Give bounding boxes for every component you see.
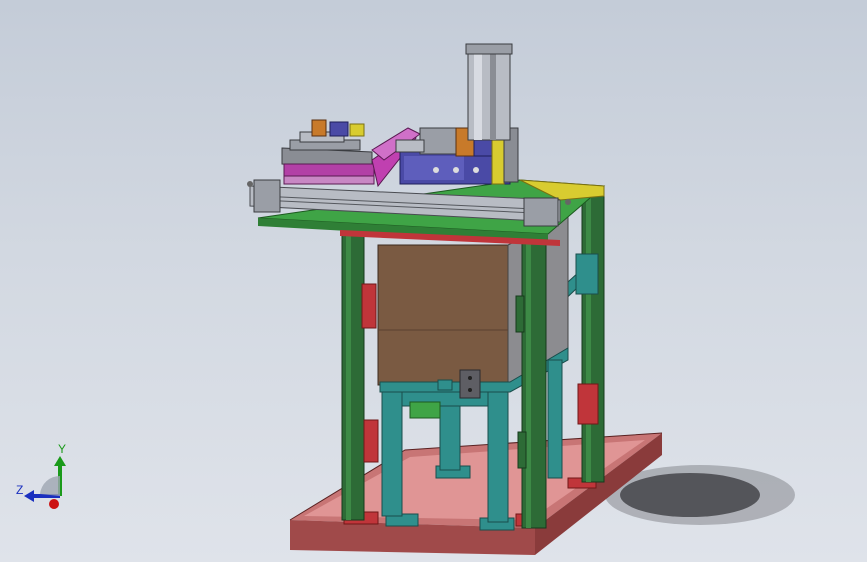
z-axis-arrow-icon — [24, 490, 34, 502]
view-orientation-icon — [40, 475, 60, 496]
3d-graphics-viewport[interactable]: Y Z — [0, 0, 867, 562]
left-carriage[interactable] — [281, 119, 375, 185]
rear-frame-posts[interactable] — [577, 195, 605, 483]
assembly-model[interactable] — [0, 0, 867, 562]
y-axis-label: Y — [58, 442, 66, 456]
z-axis-label: Z — [16, 483, 23, 497]
vertical-cylinder[interactable] — [465, 43, 513, 141]
axis-triad: Y Z — [16, 442, 66, 509]
y-axis-arrow-icon — [54, 456, 66, 466]
x-axis-dot-icon — [49, 499, 59, 509]
